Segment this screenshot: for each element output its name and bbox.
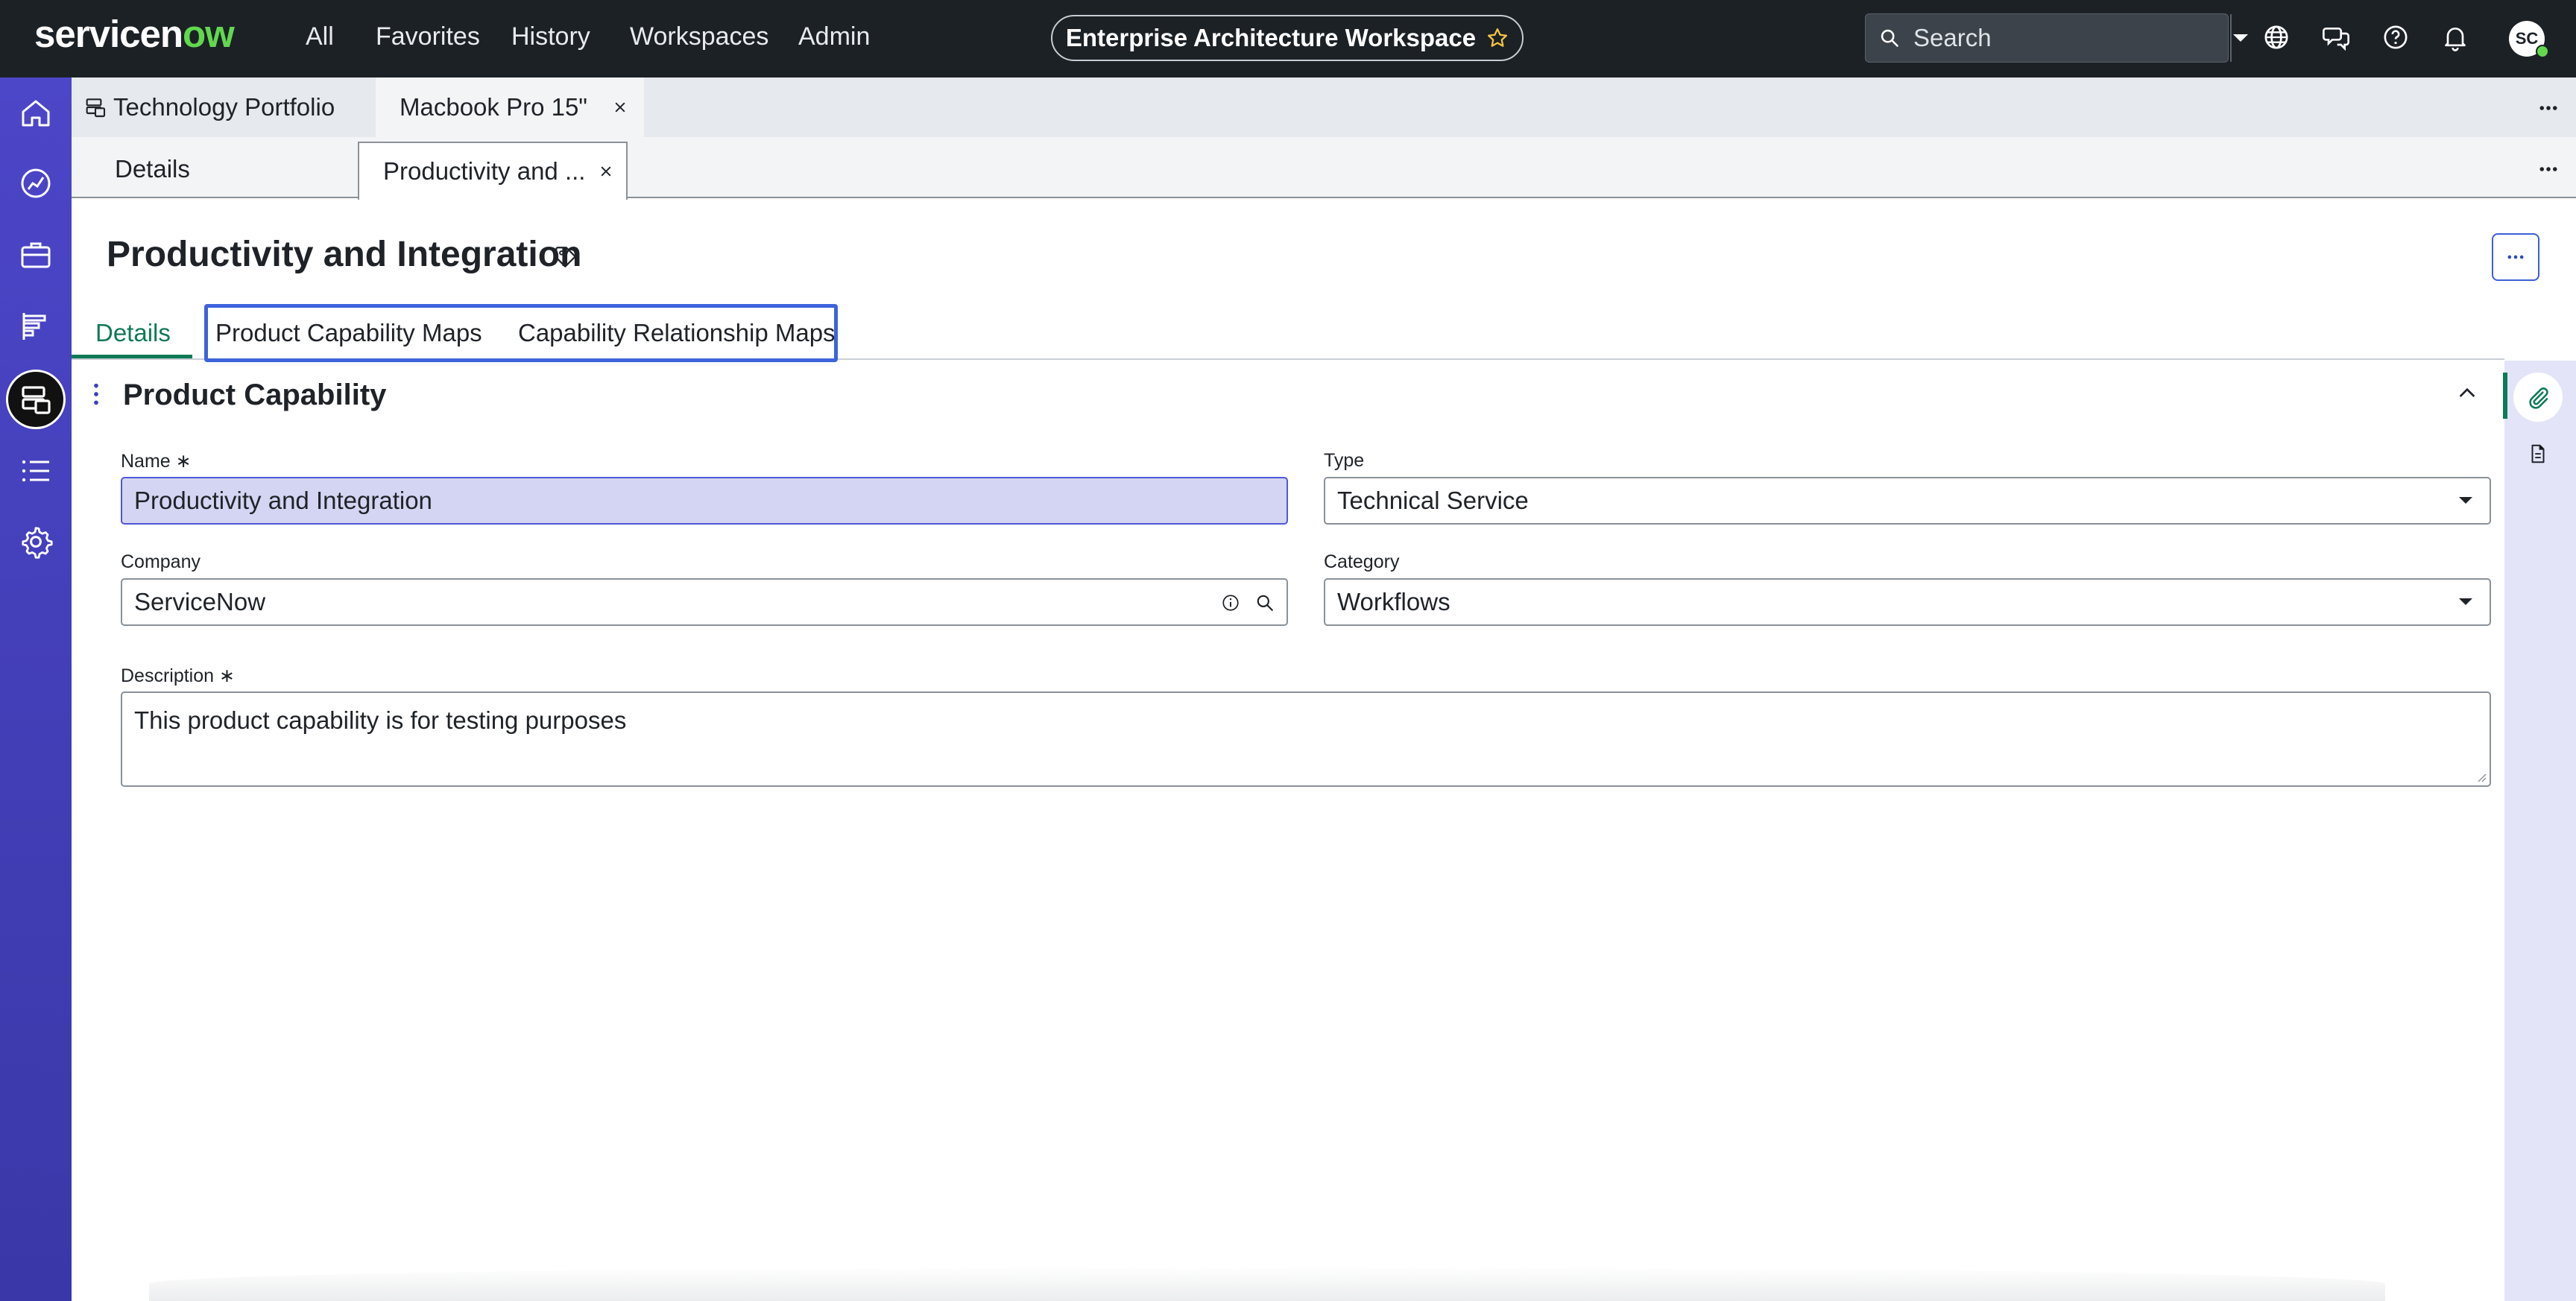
caret-down-icon <box>2459 598 2472 605</box>
tab-productivity-and[interactable]: Productivity and ... <box>358 142 628 200</box>
servicenow-logo[interactable]: servicenow <box>34 12 235 56</box>
subtab-details[interactable]: Details <box>95 319 171 347</box>
type-select[interactable]: Technical Service <box>1324 477 2491 525</box>
dashboard-icon[interactable] <box>18 165 54 201</box>
more-horizontal-icon[interactable] <box>2537 158 2560 180</box>
chat-icon[interactable] <box>2321 22 2351 52</box>
type-value: Technical Service <box>1337 487 1529 514</box>
tab-label: Productivity and ... <box>383 157 586 185</box>
name-value: Productivity and Integration <box>134 487 432 514</box>
close-icon[interactable] <box>613 100 628 115</box>
drag-handle-icon[interactable] <box>89 382 103 407</box>
side-rail-active-indicator <box>2503 373 2507 419</box>
resize-handle-icon <box>2478 773 2487 782</box>
name-label: Name ∗ <box>121 451 192 472</box>
list-icon[interactable] <box>18 453 54 489</box>
nav-admin[interactable]: Admin <box>798 22 870 51</box>
online-status-dot <box>2536 45 2549 58</box>
caret-down-icon <box>2233 34 2248 42</box>
description-label: Description ∗ <box>121 665 235 686</box>
focus-highlight <box>204 304 838 362</box>
info-icon[interactable] <box>1221 593 1240 612</box>
nav-workspaces[interactable]: Workspaces <box>630 22 768 51</box>
more-actions-button[interactable] <box>2492 233 2539 281</box>
logo-text-accent: ow <box>183 13 235 55</box>
company-label: Company <box>121 551 201 572</box>
search-scope-dropdown[interactable] <box>2230 14 2250 62</box>
page-title: Productivity and Integration <box>107 235 582 274</box>
attachments-paperclip-icon[interactable] <box>2513 373 2563 422</box>
tab-technology-portfolio[interactable]: Technology Portfolio <box>83 77 367 137</box>
star-icon[interactable] <box>1486 27 1509 49</box>
portfolio-icon <box>83 95 107 119</box>
roadmap-icon[interactable] <box>18 308 54 344</box>
tab-label: Macbook Pro 15" <box>400 93 588 121</box>
caret-down-icon <box>2459 497 2472 504</box>
company-reference-field[interactable]: ServiceNow <box>121 578 1288 626</box>
content-bottom-shadow <box>149 1267 2385 1301</box>
notifications-bell-icon[interactable] <box>2440 22 2470 52</box>
contextual-side-rail <box>2504 361 2576 1301</box>
nav-favorites[interactable]: Favorites <box>376 22 480 51</box>
logo-text: servicen <box>34 13 183 55</box>
description-textarea[interactable]: This product capability is for testing p… <box>121 691 2491 787</box>
required-mark: ∗ <box>219 665 235 686</box>
category-value: Workflows <box>1337 588 1450 615</box>
description-value: This product capability is for testing p… <box>134 706 627 734</box>
search-icon <box>1879 28 1900 48</box>
required-mark: ∗ <box>175 451 192 472</box>
help-icon[interactable] <box>2381 22 2411 52</box>
section-title: Product Capability <box>123 379 387 411</box>
nav-all[interactable]: All <box>306 22 334 51</box>
home-icon[interactable] <box>18 95 54 131</box>
collapse-chevron-up-icon[interactable] <box>2455 382 2479 405</box>
subtab-active-indicator <box>72 355 192 358</box>
global-search <box>1865 13 2248 63</box>
tab-details[interactable]: Details <box>115 155 190 183</box>
search-icon[interactable] <box>1255 593 1275 612</box>
tab-macbook-pro[interactable]: Macbook Pro 15" <box>376 77 644 137</box>
name-field[interactable]: Productivity and Integration <box>121 477 1288 525</box>
tab-label: Technology Portfolio <box>113 93 335 121</box>
company-value: ServiceNow <box>134 588 266 615</box>
type-label: Type <box>1324 450 1365 471</box>
workspace-title: Enterprise Architecture Workspace <box>1065 24 1477 51</box>
briefcase-icon[interactable] <box>18 237 54 273</box>
close-icon[interactable] <box>599 164 613 179</box>
globe-icon[interactable] <box>2261 22 2291 52</box>
workspace-title-pill[interactable]: Enterprise Architecture Workspace <box>1051 15 1524 61</box>
more-horizontal-icon[interactable] <box>2537 97 2560 119</box>
portfolio-icon[interactable] <box>18 382 54 417</box>
category-label: Category <box>1324 551 1400 572</box>
more-horizontal-icon <box>2507 255 2524 259</box>
category-select[interactable]: Workflows <box>1324 578 2491 626</box>
settings-gear-icon[interactable] <box>18 524 54 560</box>
document-icon[interactable] <box>2527 443 2549 465</box>
search-input[interactable] <box>1913 16 2230 60</box>
nav-history[interactable]: History <box>511 22 590 51</box>
tag-icon[interactable] <box>553 244 578 270</box>
